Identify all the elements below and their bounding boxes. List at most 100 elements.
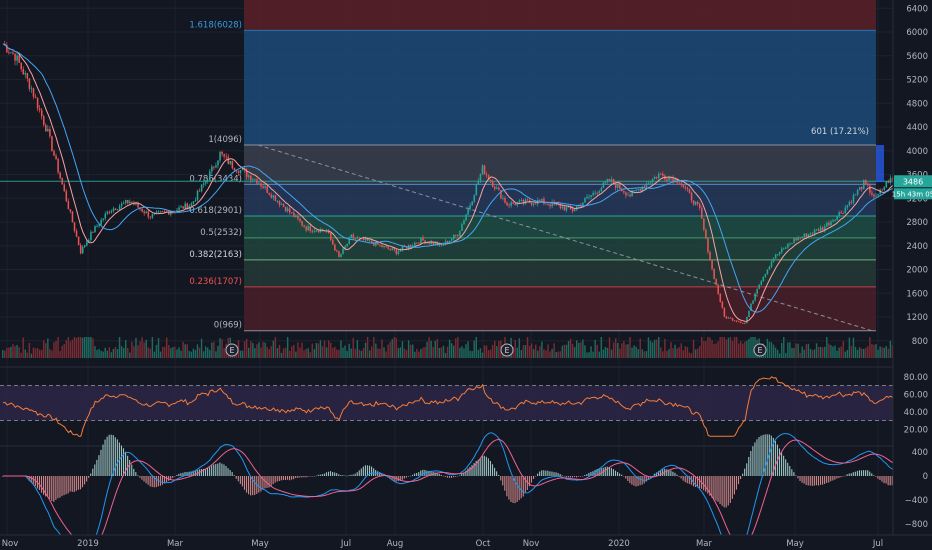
- volume-bar: [641, 349, 644, 358]
- y-axis-tick-label: 5600: [906, 52, 928, 62]
- histogram-bar: [84, 476, 86, 485]
- histogram-bar: [801, 476, 803, 483]
- histogram-bar: [885, 476, 887, 484]
- volume-bar: [43, 340, 45, 358]
- candle-body: [420, 237, 422, 244]
- volume-bar: [672, 348, 674, 358]
- candle-body: [762, 276, 765, 282]
- candle-body: [100, 219, 102, 225]
- volume-bar: [535, 344, 537, 358]
- histogram-bar: [586, 474, 588, 476]
- histogram-bar: [719, 476, 721, 504]
- candle-body: [768, 266, 771, 270]
- histogram-bar: [571, 476, 574, 478]
- volume-bar: [397, 348, 400, 358]
- candle-body: [258, 183, 260, 185]
- volume-bar: [838, 347, 840, 358]
- volume-bar: [289, 350, 291, 358]
- volume-bar: [194, 350, 197, 358]
- histogram-bar: [327, 471, 330, 476]
- candle-body: [658, 173, 660, 179]
- volume-bar: [172, 347, 174, 358]
- volume-bar: [834, 345, 836, 358]
- y-axis-tick-label: 5200: [906, 76, 928, 86]
- volume-bar: [2, 350, 4, 358]
- histogram-bar: [96, 459, 98, 476]
- histogram-bar: [53, 476, 55, 502]
- volume-bar: [836, 350, 838, 358]
- histogram-bar: [334, 472, 336, 476]
- candle-body: [455, 234, 457, 236]
- volume-bar: [662, 351, 664, 358]
- histogram-bar: [744, 468, 746, 476]
- histogram-bar: [57, 476, 59, 499]
- volume-bar: [645, 351, 648, 358]
- histogram-bar: [797, 476, 799, 479]
- volume-bar: [383, 347, 385, 358]
- histogram-bar: [789, 466, 791, 476]
- volume-bar: [592, 351, 594, 358]
- fib-level-label: 0.382(2163): [189, 250, 242, 260]
- histogram-bar: [67, 476, 69, 494]
- candle-body: [721, 301, 724, 308]
- candle-body: [795, 238, 797, 241]
- candle-body: [838, 212, 840, 216]
- histogram-bar: [409, 475, 412, 477]
- volume-bar: [377, 348, 379, 358]
- volume-bar: [647, 337, 650, 358]
- candle-body: [508, 205, 510, 206]
- volume-bar: [858, 347, 861, 358]
- candle-body: [278, 200, 281, 205]
- histogram-bar: [278, 476, 280, 482]
- candle-body: [334, 244, 336, 251]
- histogram-bar: [633, 476, 635, 486]
- candle-body: [43, 116, 45, 125]
- histogram-bar: [807, 476, 809, 486]
- volume-bar: [803, 349, 805, 358]
- candle-body: [781, 248, 783, 253]
- histogram-bar: [783, 455, 785, 476]
- candle-body: [705, 229, 707, 238]
- fib-zone: [244, 30, 876, 146]
- candle-body: [102, 218, 104, 220]
- candle-body: [758, 284, 760, 289]
- volume-bar: [250, 341, 252, 358]
- candle-body: [211, 166, 213, 172]
- volume-bar: [133, 346, 135, 358]
- candle-body: [352, 234, 355, 238]
- candle-body: [61, 178, 63, 185]
- volume-bar: [828, 343, 830, 358]
- histogram-bar: [539, 471, 541, 476]
- histogram-bar: [680, 476, 682, 479]
- y-axis-tick-label: 1600: [906, 289, 928, 299]
- volume-bar: [79, 337, 82, 358]
- volume-bar: [280, 352, 283, 358]
- candle-body: [787, 243, 789, 248]
- histogram-bar: [446, 476, 448, 478]
- volume-bar: [38, 349, 41, 358]
- volume-bar: [463, 348, 465, 358]
- volume-bar: [453, 345, 455, 358]
- histogram-bar: [239, 476, 241, 484]
- candle-body: [63, 184, 66, 192]
- candle-body: [715, 279, 717, 285]
- candle-body: [647, 183, 650, 185]
- volume-bar: [284, 347, 287, 358]
- candle-body: [571, 208, 574, 212]
- candle-body: [799, 237, 801, 239]
- candle-body: [157, 211, 160, 213]
- volume-bar: [869, 337, 871, 358]
- candle-body: [161, 211, 164, 213]
- histogram-bar: [2, 476, 4, 477]
- volume-bar: [143, 342, 145, 358]
- volume-bar: [8, 347, 10, 358]
- candle-body: [45, 124, 47, 132]
- volume-bar: [465, 344, 467, 358]
- candle-body: [760, 281, 763, 285]
- volume-bar: [709, 337, 711, 358]
- volume-bar: [317, 343, 320, 358]
- x-axis-tick-label: May: [251, 539, 269, 549]
- histogram-bar: [143, 476, 145, 482]
- histogram-bar: [282, 476, 284, 480]
- stock-chart[interactable]: 1.618(6028)1(4096)0.786(3434)0.618(2901)…: [0, 0, 932, 550]
